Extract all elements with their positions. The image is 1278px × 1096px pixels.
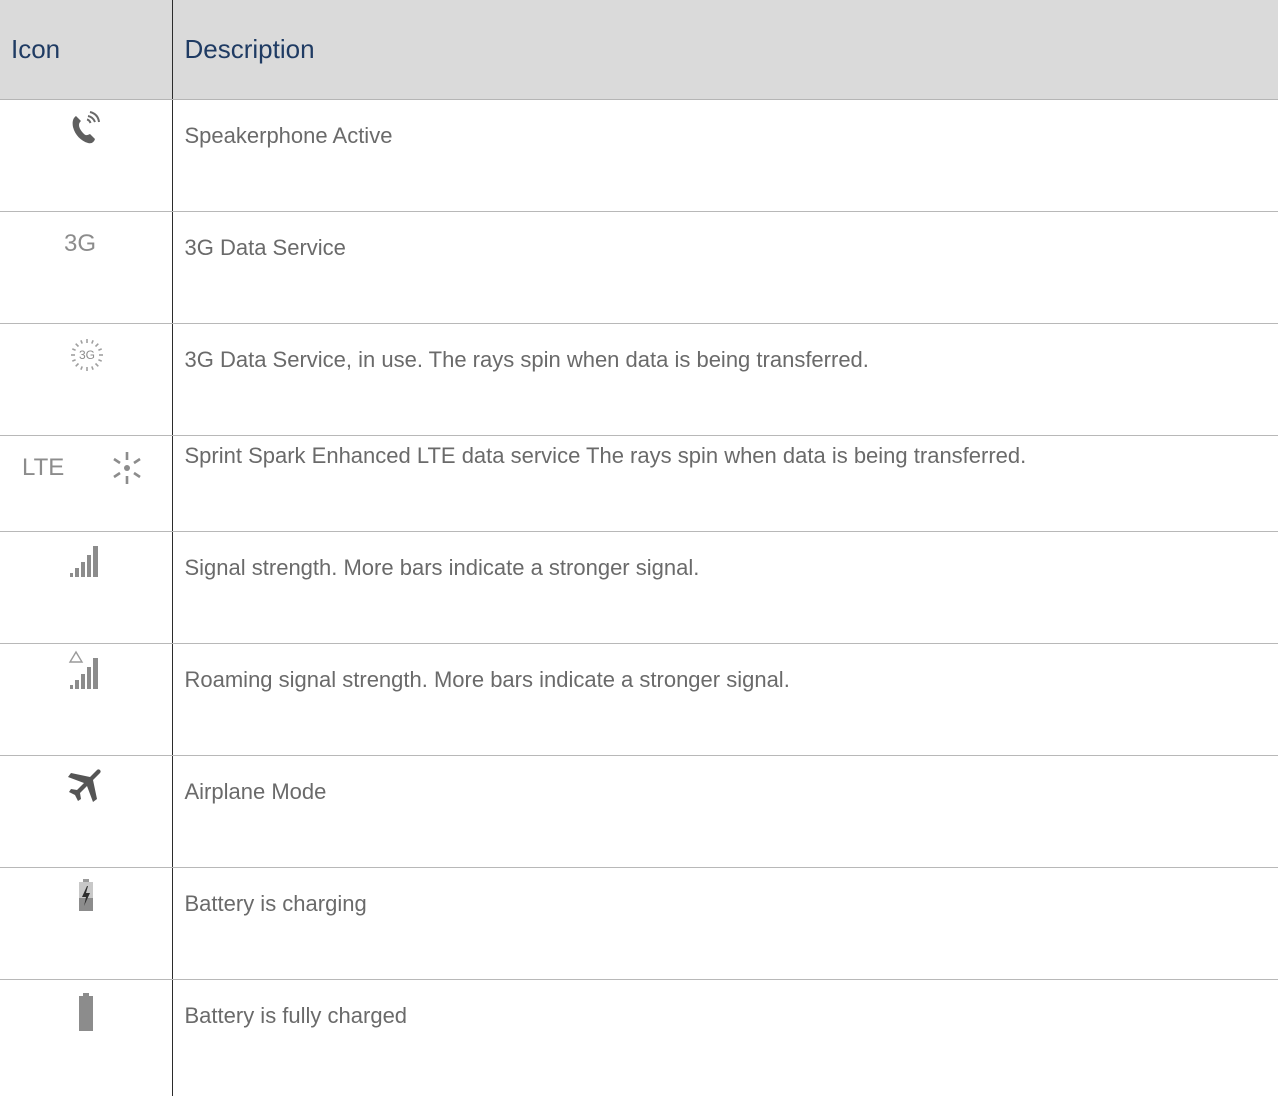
3g-in-use-icon: 3G xyxy=(69,337,105,378)
icon-cell xyxy=(0,100,172,212)
description-cell: Speakerphone Active xyxy=(172,100,1278,212)
icon-reference-page: Icon Description xyxy=(0,0,1278,926)
roaming-signal-icon xyxy=(68,650,104,695)
table-header-row: Icon Description xyxy=(0,0,1278,100)
icon-column-header: Icon xyxy=(0,0,172,100)
icon-cell: 3G xyxy=(0,212,172,324)
airplane-icon xyxy=(66,766,104,809)
speakerphone-icon xyxy=(68,110,104,151)
lte-label: LTE xyxy=(22,454,64,482)
icon-cell xyxy=(0,756,172,868)
icon-cell: 3G xyxy=(0,324,172,436)
description-cell: Battery is fully charged xyxy=(172,980,1278,1096)
icon-cell: LTE xyxy=(0,436,172,532)
description-column-header: Description xyxy=(172,0,1278,100)
table-row: Airplane Mode xyxy=(0,756,1278,868)
battery-charging-icon xyxy=(77,878,95,917)
table-row: 3G 3G Data Service xyxy=(0,212,1278,324)
description-cell: Sprint Spark Enhanced LTE data service T… xyxy=(172,436,1278,532)
lte-spark-icon xyxy=(109,450,145,491)
3g-in-use-label: 3G xyxy=(79,348,95,362)
description-cell: Battery is charging xyxy=(172,868,1278,980)
icon-cell xyxy=(0,644,172,756)
table-row: Battery is charging xyxy=(0,868,1278,980)
description-cell: Airplane Mode xyxy=(172,756,1278,868)
description-cell: Signal strength. More bars indicate a st… xyxy=(172,532,1278,644)
icon-cell xyxy=(0,868,172,980)
description-cell: 3G Data Service, in use. The rays spin w… xyxy=(172,324,1278,436)
status-icon-table: Icon Description xyxy=(0,0,1278,1096)
description-cell: 3G Data Service xyxy=(172,212,1278,324)
table-row: Roaming signal strength. More bars indic… xyxy=(0,644,1278,756)
icon-cell xyxy=(0,980,172,1096)
battery-full-icon xyxy=(77,992,95,1037)
description-cell: Roaming signal strength. More bars indic… xyxy=(172,644,1278,756)
3g-icon: 3G xyxy=(64,230,96,258)
table-row: Speakerphone Active xyxy=(0,100,1278,212)
table-row: Battery is fully charged xyxy=(0,980,1278,1096)
table-row: 3G 3G Data Service, in use. The rays spi… xyxy=(0,324,1278,436)
icon-cell xyxy=(0,532,172,644)
table-row: Signal strength. More bars indicate a st… xyxy=(0,532,1278,644)
signal-strength-icon xyxy=(68,542,104,583)
table-row: LTE xyxy=(0,436,1278,532)
